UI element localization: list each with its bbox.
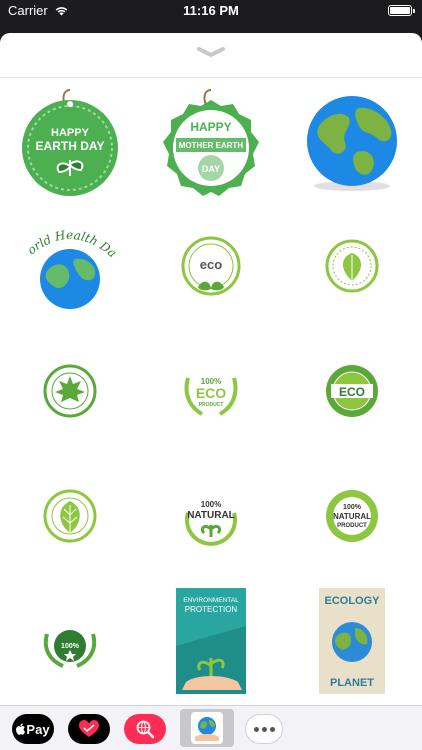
svg-text:ECO: ECO xyxy=(339,385,365,399)
leaf-badge-icon xyxy=(325,239,379,292)
search-globe-icon xyxy=(136,720,155,739)
sticker-world-health-day[interactable]: World Health Day xyxy=(0,203,140,328)
svg-text:PLANET: PLANET xyxy=(330,677,374,689)
sticker-environmental-protection[interactable]: ENVIRONMENTAL PROTECTION xyxy=(141,578,281,703)
svg-text:eco: eco xyxy=(200,257,222,272)
svg-text:MOTHER EARTH: MOTHER EARTH xyxy=(179,141,244,150)
earth-day-tag-icon: HAPPY EARTH DAY xyxy=(22,88,118,196)
heart-icon xyxy=(79,720,99,737)
svg-text:PRODUCT: PRODUCT xyxy=(199,402,224,408)
svg-text:ECOLOGY: ECOLOGY xyxy=(324,595,380,607)
sticker-natural-product-maple[interactable] xyxy=(0,328,140,453)
more-icon-dot xyxy=(253,726,259,732)
svg-text:EARTH DAY: EARTH DAY xyxy=(36,139,105,153)
earth-sticker-app-icon xyxy=(191,712,223,744)
world-health-day-icon: World Health Day xyxy=(15,211,119,309)
sticker-eco-laurel[interactable]: 100% ECO PRODUCT xyxy=(141,328,281,453)
apple-pay-label: Pay xyxy=(26,721,50,737)
more-icon-dot xyxy=(261,726,267,732)
more-apps-button[interactable] xyxy=(245,714,283,744)
svg-text:PROTECTION: PROTECTION xyxy=(185,605,238,614)
svg-text:HAPPY: HAPPY xyxy=(190,120,231,134)
sticker-natural-100-sprout[interactable]: 100% NATURAL xyxy=(141,453,281,578)
eco-badge-icon: eco xyxy=(181,236,241,295)
ecology-planet-poster-icon: ECOLOGY PLANET xyxy=(319,587,385,694)
sticker-eco-seal[interactable]: ECO xyxy=(282,328,422,453)
sticker-sheet: HAPPY EARTH DAY HAPPY MOTHER EARTH DAY o… xyxy=(0,33,422,705)
svg-text:100%: 100% xyxy=(201,500,221,509)
sticker-ecology-planet[interactable]: ECOLOGY PLANET xyxy=(282,578,422,703)
sticker-natural-product-seal[interactable]: 100% NATURAL PRODUCT xyxy=(282,453,422,578)
sprout-badge-icon: 100% NATURAL xyxy=(185,500,237,546)
clock: 11:16 PM xyxy=(183,3,239,18)
svg-text:100%: 100% xyxy=(61,643,80,650)
collapse-chevron-icon[interactable] xyxy=(196,45,226,59)
eco-seal-icon: ECO xyxy=(326,364,378,417)
sticker-mother-earth-day[interactable]: HAPPY MOTHER EARTH DAY xyxy=(141,78,281,203)
environmental-protection-poster-icon: ENVIRONMENTAL PROTECTION xyxy=(176,587,246,694)
battery-icon xyxy=(388,5,415,16)
globe-icon xyxy=(307,95,397,191)
sticker-eco-natural-product[interactable]: eco xyxy=(141,203,281,328)
laurel-badge-icon: 100% xyxy=(43,629,97,668)
web-images-button[interactable] xyxy=(124,714,166,744)
svg-text:NATURAL: NATURAL xyxy=(187,510,235,521)
sticker-natural-product-leaf[interactable] xyxy=(0,453,140,578)
sticker-natural-100[interactable] xyxy=(282,203,422,328)
status-bar: Carrier 11:16 PM xyxy=(0,0,422,24)
apple-pay-button[interactable]: Pay xyxy=(12,714,54,744)
app-drawer: Pay xyxy=(0,705,422,750)
sticker-globe[interactable] xyxy=(282,78,422,203)
natural-seal-icon: 100% NATURAL PRODUCT xyxy=(326,489,378,542)
maple-leaf-badge-icon xyxy=(43,364,97,417)
eco-laurel-icon: 100% ECO PRODUCT xyxy=(184,377,238,416)
apple-logo-icon xyxy=(16,723,26,735)
sticker-happy-earth-day[interactable]: HAPPY EARTH DAY xyxy=(0,78,140,203)
digital-touch-button[interactable] xyxy=(68,714,110,744)
sticker-pack-app-button[interactable] xyxy=(180,709,234,747)
svg-text:ECO: ECO xyxy=(196,385,226,401)
svg-text:100%: 100% xyxy=(343,504,362,511)
svg-text:NATURAL: NATURAL xyxy=(333,512,371,521)
more-icon-dot xyxy=(269,726,275,732)
svg-text:DAY: DAY xyxy=(202,164,220,174)
sticker-natural-100-laurel[interactable]: 100% xyxy=(0,578,140,703)
svg-text:PRODUCT: PRODUCT xyxy=(337,523,367,529)
svg-text:ENVIRONMENTAL: ENVIRONMENTAL xyxy=(183,597,239,604)
svg-text:HAPPY: HAPPY xyxy=(51,127,90,139)
leaf-seal-icon xyxy=(43,489,97,542)
mother-earth-day-tag-icon: HAPPY MOTHER EARTH DAY xyxy=(163,88,259,196)
